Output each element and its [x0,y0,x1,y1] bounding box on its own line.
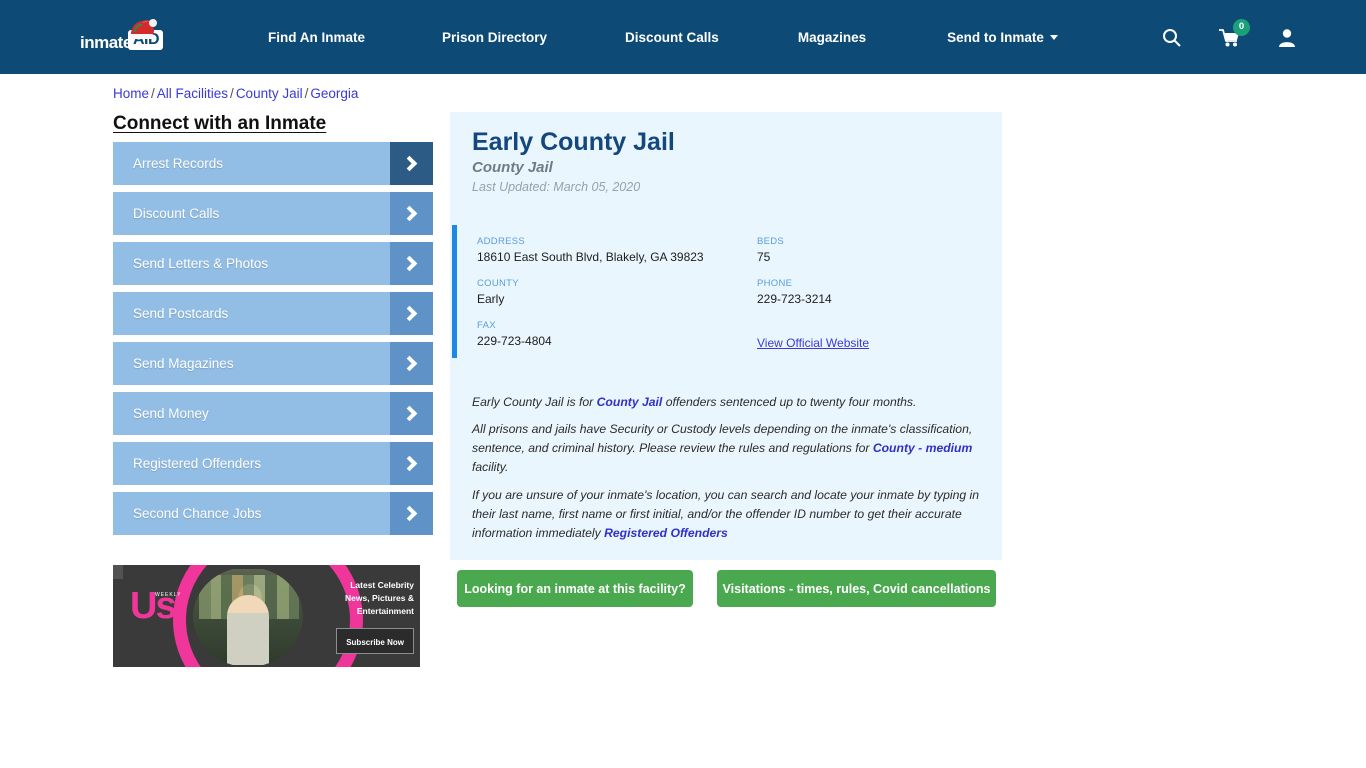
sidebar-item-arrest-records[interactable]: Arrest Records [113,142,433,185]
facility-paragraph-2: All prisons and jails have Security or C… [472,420,982,478]
visitations-button[interactable]: Visitations - times, rules, Covid cancel… [717,570,996,607]
facility-field-address-label: ADDRESS [477,236,526,247]
breadcrumb-separator: / [230,86,234,101]
sidebar-item-label: Send Postcards [133,306,229,321]
sidebar-item-label: Second Chance Jobs [133,506,262,521]
breadcrumb-item-county-jail[interactable]: County Jail [236,86,303,101]
sidebar-item-send-magazines[interactable]: Send Magazines [113,342,433,385]
facility-last-updated: Last Updated: March 05, 2020 [472,180,641,194]
chevron-right-icon [390,192,433,235]
chevron-right-icon [390,492,433,535]
facility-field-county-label: COUNTY [477,278,519,289]
facility-field-address: ADDRESS 18610 East South Blvd, Blakely, … [477,236,757,264]
chevron-right-icon [390,242,433,285]
sidebar-menu: Arrest Records Discount Calls Send Lette… [113,142,433,542]
breadcrumb-item-home[interactable]: Home [113,86,149,101]
paragraph-3-link-registered-offenders[interactable]: Registered Offenders [604,526,728,540]
advertisement-banner[interactable]: Us WEEKLY Latest Celebrity News, Picture… [113,565,420,667]
sidebar-item-label: Send Magazines [133,356,234,371]
sidebar-item-send-money[interactable]: Send Money [113,392,433,435]
ad-photo-image [193,569,303,665]
facility-field-fax-value: 229-723-4804 [477,334,552,348]
facility-field-beds: BEDS 75 [757,236,997,264]
nav-item-prison-directory[interactable]: Prison Directory [442,30,547,45]
nav-item-discount-calls[interactable]: Discount Calls [625,30,719,45]
chevron-right-icon [390,392,433,435]
primary-nav: Find An Inmate Prison Directory Discount… [268,0,1058,74]
chevron-right-icon [390,442,433,485]
ad-subscribe-button-label: Subscribe Now [346,638,404,647]
sidebar-item-send-letters-photos[interactable]: Send Letters & Photos [113,242,433,285]
sidebar-item-label: Send Money [133,406,209,421]
sidebar-item-send-postcards[interactable]: Send Postcards [113,292,433,335]
ad-corner-marker [113,565,123,579]
search-icon[interactable] [1162,28,1181,47]
paragraph-1-text-part-1: Early County Jail is for [472,395,597,409]
ad-copy-line-2: News, Pictures & [345,593,414,603]
sidebar-item-registered-offenders[interactable]: Registered Offenders [113,442,433,485]
facility-field-county: COUNTY Early [477,278,757,306]
facility-field-beds-label: BEDS [757,236,785,247]
chevron-right-icon [390,292,433,335]
page-title: Early County Jail [472,128,675,156]
facility-info-panel: Early County Jail County Jail Last Updat… [450,112,1002,560]
paragraph-2-link-county-medium[interactable]: County - medium [873,441,973,455]
site-logo[interactable]: inmate AID [80,19,184,56]
visitations-button-label: Visitations - times, rules, Covid cancel… [722,581,991,596]
breadcrumb-separator: / [304,86,309,101]
facility-field-fax-label: FAX [477,320,496,331]
breadcrumb-item-georgia[interactable]: Georgia [310,86,358,101]
view-official-website-link[interactable]: View Official Website [757,336,869,350]
santa-hat-icon [129,19,157,39]
facility-field-fax: FAX 229-723-4804 [477,320,757,352]
sidebar-item-label: Registered Offenders [133,456,262,471]
breadcrumb-item-all-facilities[interactable]: All Facilities [157,86,228,101]
paragraph-2-text-part-2: facility. [472,460,509,475]
ad-copy-block: Latest Celebrity News, Pictures & Entert… [318,579,414,618]
nav-item-send-to-inmate[interactable]: Send to Inmate [947,30,1058,45]
nav-item-magazines[interactable]: Magazines [798,30,866,45]
facility-field-website: View Official Website [757,320,997,352]
facility-field-phone-label: PHONE [757,278,793,289]
facility-field-address-value: 18610 East South Blvd, Blakely, GA 39823 [477,250,704,264]
looking-for-inmate-button[interactable]: Looking for an inmate at this facility? [457,570,693,607]
nav-icon-group: 0 [1162,0,1296,74]
ad-copy-line-1: Latest Celebrity [350,580,414,590]
sidebar-item-label: Send Letters & Photos [133,256,269,271]
paragraph-1-text-part-2: offenders sentenced up to twenty four mo… [662,395,917,409]
cart-count-badge: 0 [1233,18,1250,36]
sidebar-item-label: Arrest Records [133,156,224,171]
top-navbar: inmate AID Find An Inmate Prison Directo… [0,0,1366,74]
facility-field-website-label-spacer [757,320,997,331]
shopping-cart-icon[interactable]: 0 [1219,18,1250,47]
chevron-down-icon [1049,35,1058,41]
facility-details-grid: ADDRESS 18610 East South Blvd, Blakely, … [477,236,977,352]
chevron-right-icon [390,342,433,385]
sidebar-item-discount-calls[interactable]: Discount Calls [113,192,433,235]
facility-field-beds-value: 75 [757,250,771,264]
logo-text-primary: inmate [80,33,132,52]
facility-paragraph-1: Early County Jail is for County Jail off… [472,393,982,412]
paragraph-1-link-county-jail[interactable]: County Jail [597,395,663,409]
facility-field-phone-value: 229-723-3214 [757,292,832,306]
looking-for-inmate-button-label: Looking for an inmate at this facility? [464,581,686,596]
sidebar-heading[interactable]: Connect with an Inmate [113,113,326,135]
nav-item-send-to-inmate-label: Send to Inmate [947,29,1044,45]
breadcrumb: Home / All Facilities / County Jail / Georgia [113,86,358,101]
facility-field-county-value: Early [477,292,505,306]
ad-subscribe-button[interactable]: Subscribe Now [336,628,414,654]
ad-copy-line-3: Entertainment [356,606,414,616]
facility-field-phone: PHONE 229-723-3214 [757,278,997,306]
breadcrumb-separator: / [151,86,155,101]
user-account-icon[interactable] [1278,28,1296,47]
nav-item-find-an-inmate[interactable]: Find An Inmate [268,30,365,45]
sidebar-item-second-chance-jobs[interactable]: Second Chance Jobs [113,492,433,535]
accent-bar [452,225,457,358]
chevron-right-icon [390,142,433,185]
facility-paragraph-3: If you are unsure of your inmate's locat… [472,486,982,544]
sidebar-item-label: Discount Calls [133,206,220,221]
facility-type: County Jail [472,159,553,176]
ad-brand-sublabel: WEEKLY [155,592,182,598]
